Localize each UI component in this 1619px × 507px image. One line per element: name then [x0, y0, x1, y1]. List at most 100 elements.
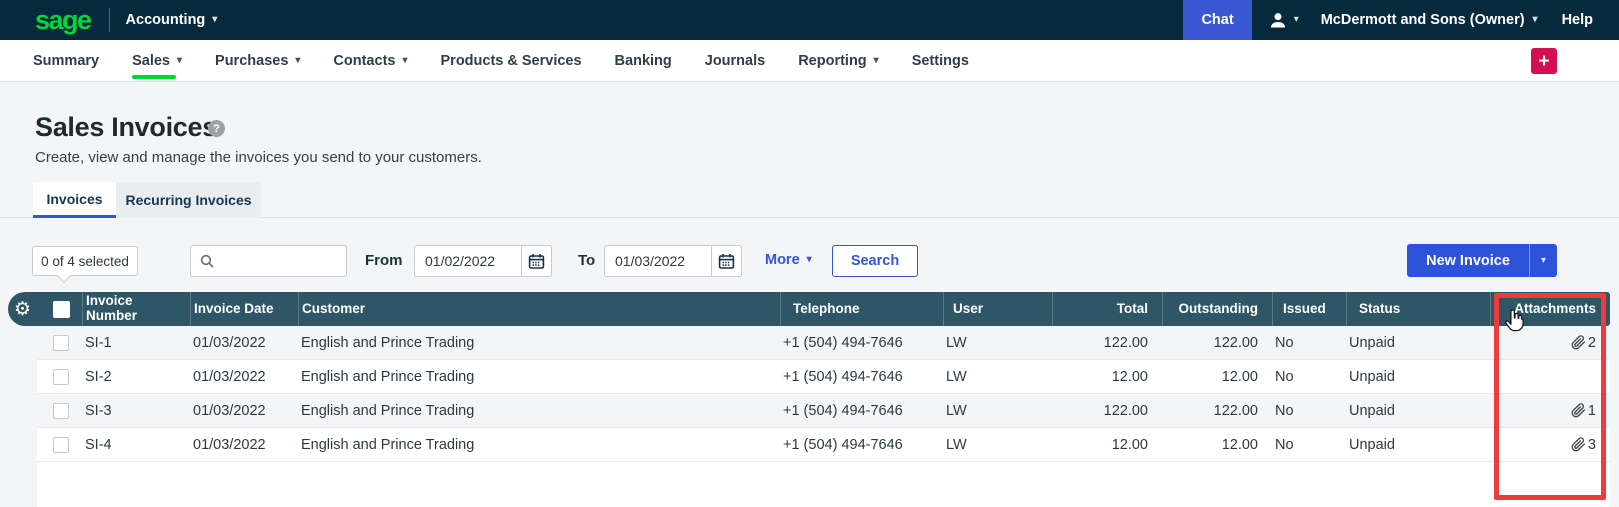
cell-total: 122.00: [1052, 394, 1162, 428]
nav-item-sales[interactable]: Sales▾: [132, 40, 182, 82]
quick-add-button[interactable]: +: [1531, 48, 1557, 74]
chevron-down-icon: ▾: [212, 15, 217, 25]
chevron-down-icon: ▾: [1541, 256, 1546, 266]
table-row[interactable]: SI-2 01/03/2022 English and Prince Tradi…: [37, 360, 1610, 394]
calendar-icon: [718, 253, 735, 270]
attachment-count: 2: [1588, 335, 1596, 351]
nav-item-settings[interactable]: Settings: [912, 40, 969, 82]
help-link[interactable]: Help: [1562, 12, 1593, 28]
chevron-down-icon: ▾: [402, 56, 407, 66]
chat-button[interactable]: Chat: [1183, 0, 1251, 40]
row-checkbox[interactable]: [53, 437, 69, 453]
page-subtitle: Create, view and manage the invoices you…: [35, 149, 482, 166]
cell-invoice-date: 01/03/2022: [190, 326, 298, 360]
column-header-status[interactable]: Status: [1346, 292, 1490, 326]
cell-total: 12.00: [1052, 428, 1162, 462]
column-header-issued[interactable]: Issued: [1272, 292, 1346, 326]
more-filters-button[interactable]: More ▾: [765, 252, 812, 268]
nav-item-reporting[interactable]: Reporting▾: [798, 40, 879, 82]
to-calendar-button[interactable]: [711, 246, 741, 276]
cell-status: Unpaid: [1346, 428, 1490, 462]
column-header-telephone[interactable]: Telephone: [780, 292, 943, 326]
cell-customer: English and Prince Trading: [298, 394, 780, 428]
user-menu[interactable]: ▾: [1268, 10, 1299, 30]
gear-icon: ⚙: [14, 300, 31, 319]
cell-telephone: +1 (504) 494-7646: [780, 394, 943, 428]
cell-issued: No: [1272, 394, 1346, 428]
user-icon: [1268, 10, 1288, 30]
column-header-user[interactable]: User: [943, 292, 1052, 326]
cell-user: LW: [943, 428, 1052, 462]
search-box: [190, 245, 347, 277]
main-nav: Summary Sales▾ Purchases▾ Contacts▾ Prod…: [0, 40, 1619, 82]
cell-invoice-number: SI-1: [82, 326, 190, 360]
column-settings-button[interactable]: ⚙: [8, 300, 37, 319]
page-title: Sales Invoices: [35, 112, 217, 143]
nav-item-contacts[interactable]: Contacts▾: [333, 40, 407, 82]
cell-attachments[interactable]: 2: [1490, 326, 1610, 360]
new-invoice-dropdown[interactable]: ▾: [1529, 244, 1557, 277]
column-header-customer[interactable]: Customer: [298, 292, 780, 326]
invoices-table-header: ⚙ Invoice Number Invoice Date Customer T…: [8, 292, 1610, 326]
nav-item-journals[interactable]: Journals: [705, 40, 765, 82]
cell-issued: No: [1272, 428, 1346, 462]
from-calendar-button[interactable]: [521, 246, 551, 276]
nav-item-summary[interactable]: Summary: [33, 40, 99, 82]
topbar-right: Chat ▾ McDermott and Sons (Owner) ▾ Help: [1183, 0, 1619, 40]
select-all-checkbox-cell: [37, 292, 82, 326]
sage-accounting-app: sage Accounting ▾ Chat ▾ McDermott and S…: [0, 0, 1619, 507]
cell-issued: No: [1272, 326, 1346, 360]
to-date-input[interactable]: [605, 253, 711, 269]
table-row[interactable]: SI-4 01/03/2022 English and Prince Tradi…: [37, 428, 1610, 462]
cell-total: 122.00: [1052, 326, 1162, 360]
column-header-invoice-date[interactable]: Invoice Date: [190, 292, 298, 326]
cell-customer: English and Prince Trading: [298, 360, 780, 394]
column-header-attachments[interactable]: Attachments: [1490, 292, 1610, 326]
table-row[interactable]: SI-3 01/03/2022 English and Prince Tradi…: [37, 394, 1610, 428]
tab-invoices[interactable]: Invoices: [33, 182, 116, 218]
row-checkbox[interactable]: [53, 403, 69, 419]
cell-attachments[interactable]: 3: [1490, 428, 1610, 462]
new-invoice-button[interactable]: New Invoice ▾: [1407, 244, 1557, 277]
cell-outstanding: 12.00: [1162, 428, 1272, 462]
row-checkbox[interactable]: [53, 335, 69, 351]
paperclip-icon: [1571, 437, 1586, 452]
cell-invoice-date: 01/03/2022: [190, 360, 298, 394]
column-header-invoice-number[interactable]: Invoice Number: [82, 292, 190, 326]
cell-attachments[interactable]: 1: [1490, 394, 1610, 428]
cell-outstanding: 122.00: [1162, 326, 1272, 360]
sage-logo[interactable]: sage: [35, 0, 91, 40]
nav-item-products-services[interactable]: Products & Services: [441, 40, 582, 82]
to-date-field: [604, 245, 742, 277]
cell-invoice-date: 01/03/2022: [190, 394, 298, 428]
active-nav-underline: [132, 75, 176, 79]
row-checkbox[interactable]: [53, 369, 69, 385]
table-row[interactable]: SI-1 01/03/2022 English and Prince Tradi…: [37, 326, 1610, 360]
selection-count-badge: 0 of 4 selected: [32, 246, 138, 276]
search-icon: [199, 253, 215, 269]
cell-user: LW: [943, 326, 1052, 360]
select-all-checkbox[interactable]: [53, 301, 70, 318]
search-input[interactable]: [221, 253, 331, 269]
column-header-total[interactable]: Total: [1052, 292, 1162, 326]
cell-invoice-number: SI-4: [82, 428, 190, 462]
cell-telephone: +1 (504) 494-7646: [780, 326, 943, 360]
help-icon[interactable]: ?: [208, 120, 225, 137]
new-invoice-label[interactable]: New Invoice: [1407, 244, 1529, 277]
tab-recurring-invoices[interactable]: Recurring Invoices: [116, 182, 261, 218]
company-menu[interactable]: McDermott and Sons (Owner) ▾: [1321, 12, 1538, 28]
from-date-input[interactable]: [415, 253, 521, 269]
cell-customer: English and Prince Trading: [298, 428, 780, 462]
product-switcher[interactable]: Accounting ▾: [126, 12, 218, 28]
chevron-down-icon: ▾: [1533, 15, 1538, 25]
topbar: sage Accounting ▾ Chat ▾ McDermott and S…: [0, 0, 1619, 40]
nav-item-banking[interactable]: Banking: [615, 40, 672, 82]
cell-status: Unpaid: [1346, 394, 1490, 428]
cell-attachments: [1490, 360, 1610, 394]
column-header-outstanding[interactable]: Outstanding: [1162, 292, 1272, 326]
search-button[interactable]: Search: [832, 245, 918, 277]
nav-item-purchases[interactable]: Purchases▾: [215, 40, 300, 82]
cell-status: Unpaid: [1346, 360, 1490, 394]
chevron-down-icon: ▾: [1294, 15, 1299, 25]
cell-invoice-number: SI-3: [82, 394, 190, 428]
